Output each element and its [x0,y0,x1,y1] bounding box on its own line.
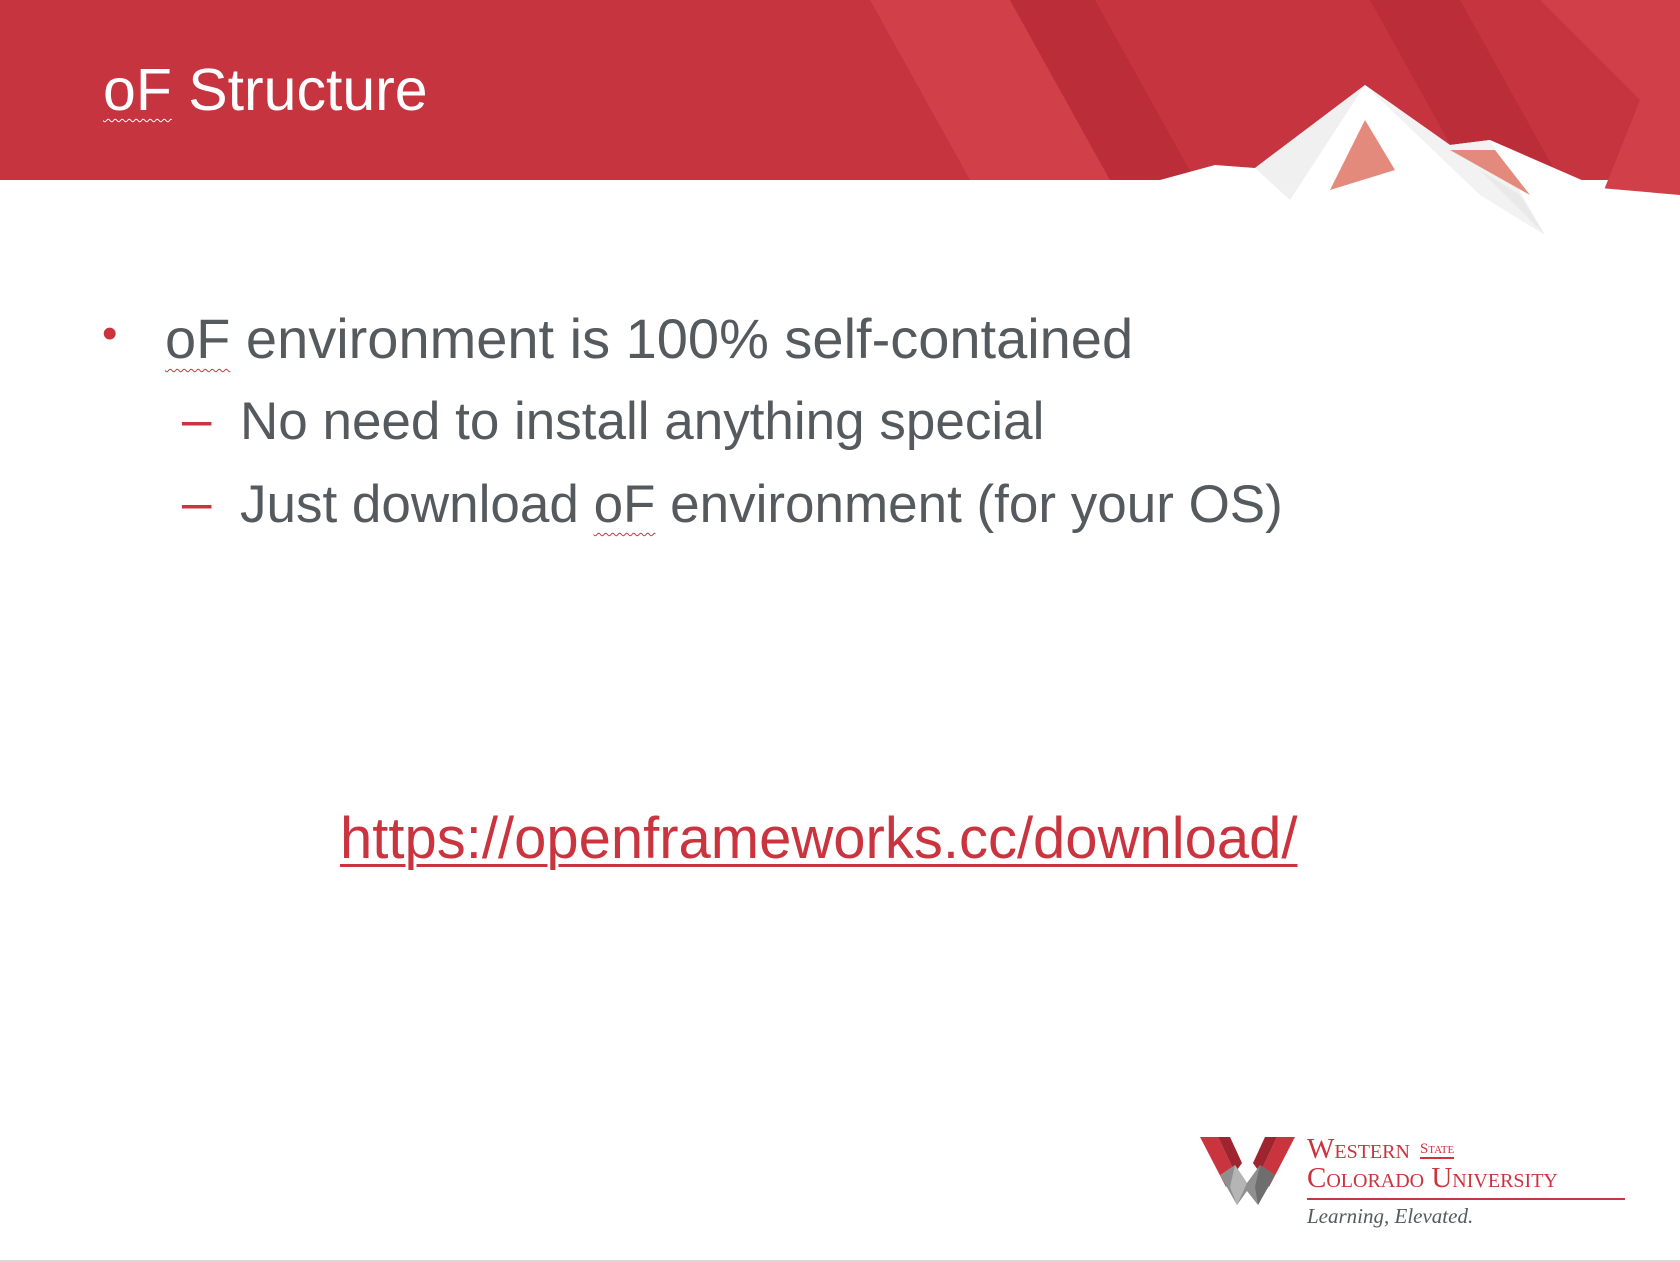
sub-bullet-text-before: Just download [240,475,594,534]
slide: oF Structure • oF environment is 100% sel… [0,0,1680,1262]
download-link[interactable]: https://openframeworks.cc/download/ [340,805,1297,872]
bullet-item: • oF environment is 100% self-contained [102,307,1134,370]
logo-state: State [1419,1141,1455,1159]
dash-marker: – [182,390,212,449]
logo-wordmark-line2: Colorado University [1307,1162,1558,1194]
logo-western: Western [1307,1133,1410,1165]
sub-bullet-item: – Just download oF environment (for your … [182,473,1283,534]
bullet-prefix: oF [165,307,231,370]
logo-tagline: Learning, Elevated. [1307,1204,1474,1228]
sub-bullet-item: – No need to install anything special [182,390,1045,451]
bullet-marker: • [102,309,118,358]
university-logo: Western State Colorado University Learnin… [1200,1133,1630,1233]
dash-marker: – [182,473,212,532]
mountain-header-banner [0,0,1680,260]
w-mountain-logo-icon [1200,1137,1295,1205]
sub-bullet-prefix: oF [593,475,656,534]
logo-divider [1307,1198,1625,1200]
sub-bullet-text: No need to install anything special [240,392,1045,451]
title-text: Structure [171,57,428,123]
bullet-text: environment is 100% self-contained [230,307,1134,370]
title-prefix: oF [103,57,172,123]
slide-title: oF Structure [103,58,428,123]
sub-bullet-text-after: environment (for your OS) [655,475,1283,534]
